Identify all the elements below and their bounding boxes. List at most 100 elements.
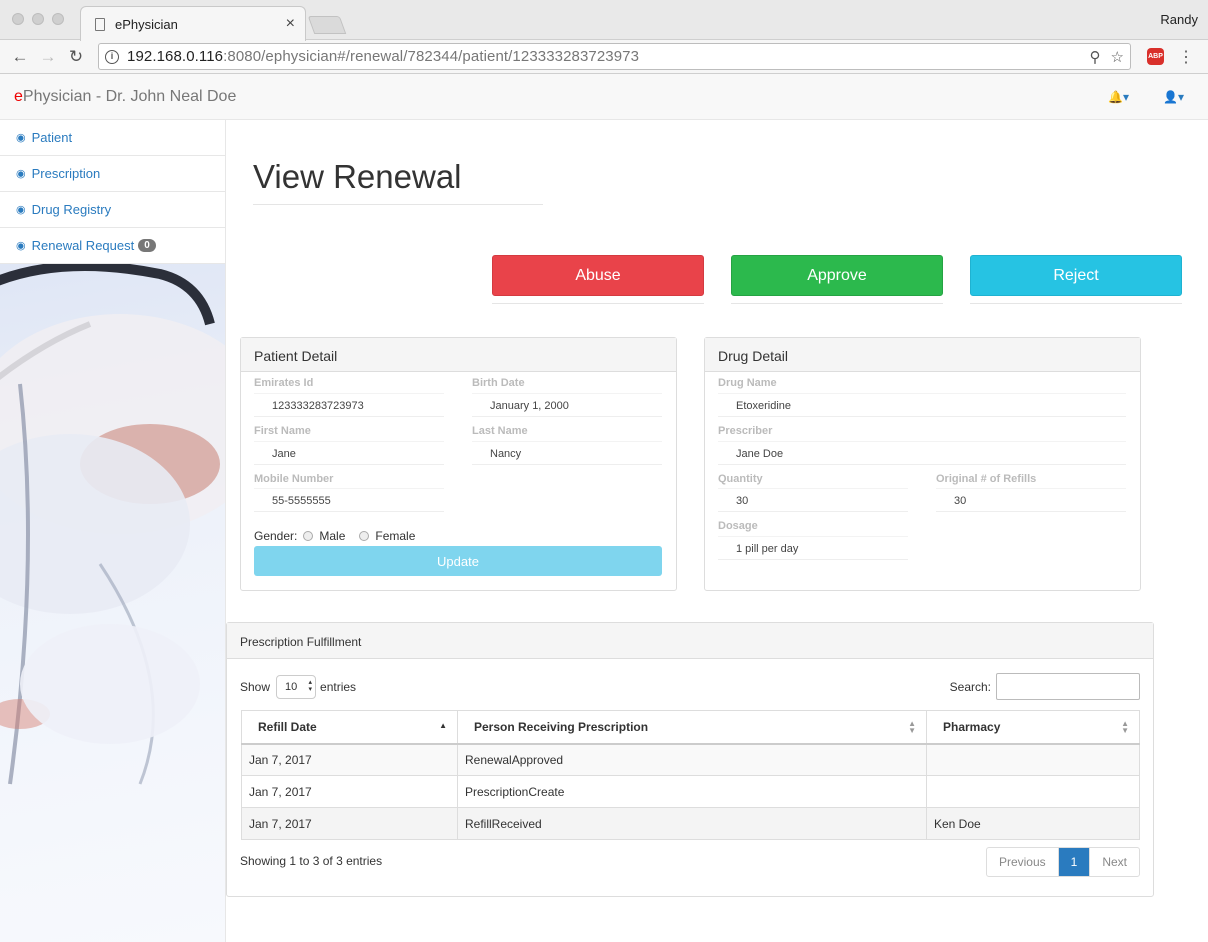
dashboard-icon: ◉ xyxy=(16,168,26,180)
address-bar[interactable]: i 192.168.0.116:8080/ephysician#/renewal… xyxy=(98,43,1131,70)
brand-e: e xyxy=(14,87,23,105)
reload-icon[interactable]: ↻ xyxy=(64,47,88,67)
approve-button[interactable]: Approve xyxy=(731,255,943,296)
next-page-button[interactable]: Next xyxy=(1090,848,1139,876)
refill-date-cell: Jan 7, 2017 xyxy=(241,807,458,840)
stethoscope-background-image xyxy=(0,264,225,942)
patient-detail-panel: Patient Detail Emirates Id 1233332837239… xyxy=(240,337,677,591)
mobile-number-label: Mobile Number xyxy=(254,473,334,485)
page-1-button[interactable]: 1 xyxy=(1057,848,1091,876)
prescriber-label: Prescriber xyxy=(718,425,773,437)
user-menu-icon[interactable]: 👤▾ xyxy=(1163,90,1184,104)
tab-title: ePhysician xyxy=(115,16,178,32)
navbar-right: 🔔▾ 👤▾ xyxy=(1108,90,1184,104)
notifications-bell-icon[interactable]: 🔔▾ xyxy=(1108,90,1129,104)
url-text[interactable]: 192.168.0.116:8080/ephysician#/renewal/7… xyxy=(127,48,1080,65)
browser-tabbar: ePhysician × Randy xyxy=(0,0,1208,41)
brand[interactable]: ePhysician - Dr. John Neal Doe xyxy=(14,88,236,106)
app-navbar: ePhysician - Dr. John Neal Doe 🔔▾ 👤▾ xyxy=(0,74,1208,120)
forward-icon[interactable]: → xyxy=(36,47,60,67)
column-header-refill-date[interactable]: Refill Date ▲ xyxy=(241,710,458,745)
reject-button[interactable]: Reject xyxy=(970,255,1182,296)
main-content: View Renewal Abuse Approve Reject Patien… xyxy=(226,120,1208,942)
original-refills-label: Original # of Refills xyxy=(936,473,1037,485)
dosage-label: Dosage xyxy=(718,520,758,532)
table-search: Search: xyxy=(950,673,1140,700)
dosage-field[interactable]: 1 pill per day xyxy=(718,536,908,560)
search-label: Search: xyxy=(949,679,991,694)
back-icon[interactable]: ← xyxy=(8,47,32,67)
search-input[interactable] xyxy=(996,673,1140,700)
column-label: Refill Date xyxy=(258,719,317,734)
brand-title: Physician - Dr. John Neal Doe xyxy=(22,87,237,105)
close-window-button[interactable] xyxy=(12,13,24,25)
url-path: :8080/ephysician#/renewal/782344/patient… xyxy=(223,48,640,65)
action-dividers xyxy=(492,303,1208,304)
dashboard-icon: ◉ xyxy=(16,132,26,144)
zoom-icon[interactable]: ⚲ xyxy=(1090,48,1101,66)
person-cell: RefillReceived xyxy=(457,807,927,840)
bookmark-star-icon[interactable]: ☆ xyxy=(1111,48,1124,66)
close-tab-icon[interactable]: × xyxy=(286,15,295,33)
site-info-icon[interactable]: i xyxy=(105,49,119,64)
pagination: Previous 1 Next xyxy=(985,847,1140,877)
gender-label: Gender: xyxy=(254,529,298,543)
sidebar-item-label: Prescription xyxy=(31,166,101,181)
dashboard-icon: ◉ xyxy=(16,204,26,216)
show-label: Show xyxy=(240,680,271,694)
emirates-id-field[interactable]: 123333283723973 xyxy=(254,393,444,417)
table-row: Jan 7, 2017 RenewalApproved xyxy=(241,743,1140,776)
male-radio[interactable] xyxy=(303,531,314,541)
quantity-label: Quantity xyxy=(718,473,763,485)
person-cell: PrescriptionCreate xyxy=(457,775,927,808)
action-buttons: Abuse Approve Reject xyxy=(492,255,1182,296)
table-info: Showing 1 to 3 of 3 entries xyxy=(240,854,383,868)
sidebar-item-label: Renewal Request xyxy=(31,238,135,253)
male-label: Male xyxy=(319,529,346,543)
sort-both-icon: ▲ ▼ xyxy=(1121,719,1129,735)
birth-date-label: Birth Date xyxy=(472,377,525,389)
update-button[interactable]: Update xyxy=(254,546,662,576)
refill-date-cell: Jan 7, 2017 xyxy=(241,743,458,776)
female-radio[interactable] xyxy=(359,531,370,541)
entries-select[interactable]: 10 xyxy=(276,675,317,699)
url-host: 192.168.0.116 xyxy=(127,48,224,65)
sidebar-item-renewal-request[interactable]: ◉ Renewal Request 0 xyxy=(0,228,225,264)
sidebar-item-label: Patient xyxy=(31,130,73,145)
column-label: Person Receiving Prescription xyxy=(474,719,649,734)
sidebar-item-prescription[interactable]: ◉ Prescription xyxy=(0,156,225,192)
last-name-label: Last Name xyxy=(472,425,528,437)
table-row: Jan 7, 2017 RefillReceived Ken Doe xyxy=(241,807,1140,840)
refill-date-cell: Jan 7, 2017 xyxy=(241,775,458,808)
prescriber-field[interactable]: Jane Doe xyxy=(718,441,1126,465)
fulfillment-header: Prescription Fulfillment xyxy=(227,623,1153,659)
maximize-window-button[interactable] xyxy=(52,13,64,25)
minimize-window-button[interactable] xyxy=(32,13,44,25)
column-header-pharmacy[interactable]: Pharmacy ▲ ▼ xyxy=(926,710,1140,745)
table-row: Jan 7, 2017 PrescriptionCreate xyxy=(241,775,1140,808)
browser-tab[interactable]: ePhysician × xyxy=(80,6,306,41)
previous-page-button[interactable]: Previous xyxy=(987,848,1058,876)
abuse-button[interactable]: Abuse xyxy=(492,255,704,296)
quantity-field[interactable]: 30 xyxy=(718,488,908,512)
sidebar-item-patient[interactable]: ◉ Patient xyxy=(0,120,225,156)
column-header-person[interactable]: Person Receiving Prescription ▲ ▼ xyxy=(457,710,927,745)
sidebar-item-label: Drug Registry xyxy=(31,202,112,217)
prescription-fulfillment-panel: Prescription Fulfillment Show 10 entries… xyxy=(226,622,1154,897)
drug-name-field[interactable]: Etoxeridine xyxy=(718,393,1126,417)
adblock-icon[interactable]: ABP xyxy=(1147,48,1164,65)
drug-name-label: Drug Name xyxy=(718,377,777,389)
browser-menu-icon[interactable]: ⋮ xyxy=(1178,47,1194,67)
entries-length-control: Show 10 entries xyxy=(240,675,356,699)
sort-both-icon: ▲ ▼ xyxy=(908,719,916,735)
last-name-field[interactable]: Nancy xyxy=(472,441,662,465)
page-icon xyxy=(95,17,105,31)
page-title: View Renewal xyxy=(253,158,543,205)
birth-date-field[interactable]: January 1, 2000 xyxy=(472,393,662,417)
first-name-field[interactable]: Jane xyxy=(254,441,444,465)
profile-name[interactable]: Randy xyxy=(1160,12,1198,27)
mobile-number-field[interactable]: 55-5555555 xyxy=(254,488,444,512)
sidebar-item-drug-registry[interactable]: ◉ Drug Registry xyxy=(0,192,225,228)
new-tab-button[interactable] xyxy=(307,16,347,34)
original-refills-field[interactable]: 30 xyxy=(936,488,1126,512)
